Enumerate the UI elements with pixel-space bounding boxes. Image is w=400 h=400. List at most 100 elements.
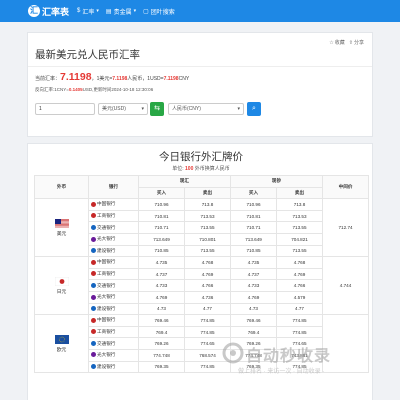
bank-cell[interactable]: 光大银行	[88, 348, 139, 362]
rate-cell-cash-buy: 4.737	[230, 267, 278, 281]
rate-cell-spot-buy: 713.649	[138, 232, 185, 246]
bank-name: 交通银行	[97, 224, 116, 230]
rate-cell-spot-sell: 4.77	[183, 302, 232, 316]
nav-label: 贵金属	[113, 9, 132, 16]
rate-cell-spot-sell: 774.85	[183, 314, 232, 327]
amount-input[interactable]: 1	[35, 103, 95, 115]
header-spot-sell: 卖出	[183, 186, 232, 200]
logo-text: 汇率表	[42, 6, 70, 17]
rate-cell-cash-sell: 4.579	[276, 290, 324, 304]
share-icon: ⇪	[348, 39, 353, 46]
table-row: 美元 中国银行 710.96 713.8 710.96 713.8 712.74	[34, 198, 370, 258]
table-row: 欧元 中国银行 769.46 774.85 769.46 774.85	[34, 314, 370, 374]
header-bank: 银行	[88, 174, 139, 200]
to-currency-select[interactable]: 人民币(CNY) ▾	[168, 103, 244, 115]
rate-cell-spot-buy: 4.737	[138, 267, 185, 281]
bank-name: 中国银行	[97, 317, 116, 323]
rate-cell-spot-sell: 768.574	[183, 348, 232, 362]
rate-cell-spot-sell: 4.736	[183, 290, 232, 304]
rate-cell-spot-sell: 774.65	[183, 337, 232, 350]
bank-name: 工商银行	[97, 213, 116, 219]
rate-cell-cash-buy: 710.85	[230, 244, 278, 258]
currency-cell[interactable]: 美元	[34, 198, 89, 258]
currency-cell[interactable]: 欧元	[34, 314, 89, 374]
top-navbar: 汇 汇率表 $ 汇率 ▾ ▤ 贵金属 ▾ ▢ 团叶搜索	[0, 0, 400, 22]
rate-cell-spot-sell: 4.769	[183, 267, 232, 281]
site-logo[interactable]: 汇 汇率表	[28, 5, 69, 18]
rate-cell-cash-buy: 4.733	[230, 279, 278, 292]
rate-cell-spot-buy: 769.35	[138, 360, 185, 374]
rate-text: ，1美元=	[91, 76, 113, 82]
header-spot: 现汇	[137, 175, 232, 188]
bank-name: 交通银行	[97, 282, 116, 288]
bookmark-icon: ☆	[329, 39, 334, 46]
bank-cell[interactable]: 工商银行	[88, 267, 139, 281]
bank-cell[interactable]: 工商银行	[88, 209, 139, 223]
rate-cell-spot-sell: 710.801	[183, 232, 232, 246]
bank-cell[interactable]: 工商银行	[88, 325, 139, 339]
bank-name: 建设银行	[97, 247, 116, 253]
unit-suffix: 外币换算人民币	[193, 166, 230, 172]
table-row: 日元 中国银行 4.735 4.768 4.735 4.768 4.744	[34, 256, 370, 316]
share-label: 分享	[353, 40, 364, 46]
chevron-down-icon: ▾	[141, 106, 144, 112]
rate-cell-cash-sell: 774.85	[276, 360, 324, 374]
rate-cell-cash-buy: 774.748	[230, 348, 278, 362]
nav-search[interactable]: ▢ 团叶搜索	[143, 7, 175, 16]
bank-name: 工商银行	[97, 271, 116, 277]
page-actions: ☆ 收藏 ⇪ 分享	[329, 39, 364, 47]
unit-prefix: 单位:	[172, 166, 186, 172]
rate-cell-cash-buy: 713.649	[230, 232, 278, 246]
rate-cell-spot-buy: 769.4	[138, 325, 185, 339]
bank-cell[interactable]: 建设银行	[88, 360, 139, 374]
rate-cell-spot-buy: 774.748	[138, 348, 185, 362]
rate-cell-cash-sell: 743.881	[276, 348, 324, 362]
nav-exchange-rate[interactable]: $ 汇率 ▾	[77, 7, 99, 16]
bank-cell[interactable]: 建设银行	[88, 302, 139, 316]
bank-cell[interactable]: 交通银行	[88, 337, 139, 350]
header-cash-buy: 买入	[230, 186, 278, 200]
bank-logo-icon	[91, 259, 96, 265]
rate-cell-cash-sell: 704.821	[276, 232, 324, 246]
bank-name: 建设银行	[97, 363, 116, 369]
rate-cell-cash-sell: 713.53	[276, 209, 324, 223]
eu-flag-icon	[54, 334, 69, 344]
swap-button[interactable]: ⇆	[150, 102, 164, 116]
bank-cell[interactable]: 交通银行	[88, 221, 139, 234]
header-middle: 中间价	[322, 174, 370, 200]
rate-text-2: 人民币，1USD=	[127, 76, 164, 82]
bookmark-button[interactable]: ☆ 收藏	[329, 39, 345, 47]
bank-cell[interactable]: 中国银行	[88, 198, 139, 211]
from-currency-select[interactable]: 美元(USD) ▾	[98, 103, 148, 115]
reverse-prefix: 反向汇率:1CNY=	[35, 87, 69, 92]
rate-cell-cash-buy: 710.71	[230, 221, 278, 234]
converter-card: 最新美元兑人民币汇率 ☆ 收藏 ⇪ 分享 当前汇率：7.1198，1美元=7.119…	[27, 32, 373, 137]
bank-cell[interactable]: 中国银行	[88, 256, 139, 269]
bank-cell[interactable]: 光大银行	[88, 232, 139, 246]
bank-cell[interactable]: 光大银行	[88, 290, 139, 304]
dollar-icon: $	[77, 8, 81, 14]
rate-cell-spot-buy: 710.96	[138, 198, 185, 211]
search-button[interactable]: ⌕	[247, 102, 261, 116]
bank-cell[interactable]: 建设银行	[88, 244, 139, 258]
header-spot-buy: 买入	[138, 186, 185, 200]
bank-name: 中国银行	[97, 259, 116, 265]
share-button[interactable]: ⇪ 分享	[348, 39, 364, 47]
bank-logo-icon	[91, 294, 96, 300]
nav-precious-metals[interactable]: ▤ 贵金属 ▾	[106, 7, 136, 16]
rate-cell-cash-sell: 713.55	[276, 244, 324, 258]
bank-name: 工商银行	[97, 329, 116, 335]
rate-cell-cash-sell: 4.766	[276, 279, 324, 292]
board-title: 今日银行外汇牌价	[159, 151, 243, 163]
rate-cell-spot-sell: 774.85	[183, 325, 232, 339]
currency-cell[interactable]: 日元	[34, 256, 89, 316]
bank-logo-icon	[91, 224, 96, 230]
bank-cell[interactable]: 交通银行	[88, 279, 139, 292]
bank-cell[interactable]: 中国银行	[88, 314, 139, 327]
rate-cell-cash-sell: 4.769	[276, 267, 324, 281]
rate-cell-cash-sell: 4.768	[276, 256, 324, 269]
rate-cell-cash-buy: 710.96	[230, 198, 278, 211]
rate-cell-spot-buy: 710.71	[138, 221, 185, 234]
bank-logo-icon	[91, 364, 96, 370]
us-flag-icon	[54, 218, 69, 228]
